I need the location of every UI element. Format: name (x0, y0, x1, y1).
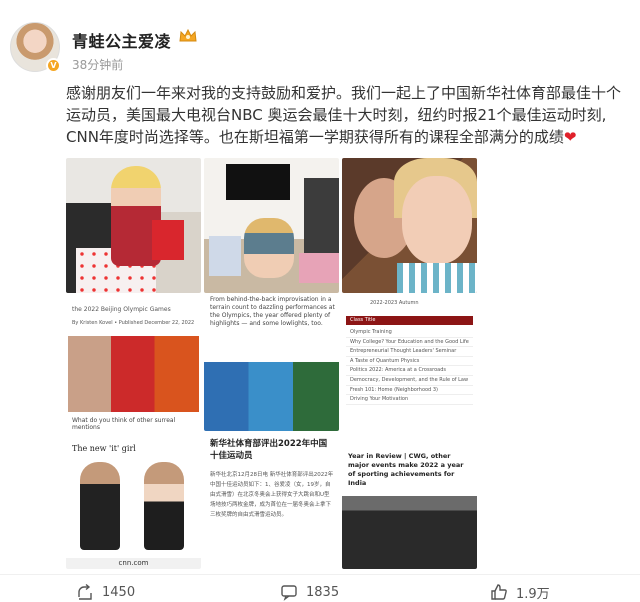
username[interactable]: 青蛙公主爱凌 (72, 28, 171, 52)
like-icon (491, 584, 507, 600)
image-gift-photo[interactable] (66, 158, 201, 293)
person-figure (244, 218, 294, 278)
class-item: Democracy, Development, and the Rule of … (346, 376, 473, 386)
tv (226, 164, 290, 200)
image-grid: the 2022 Beijing Olympic Games By Kriste… (66, 158, 478, 569)
face (402, 176, 472, 264)
post-text: 感谢朋友们一年来对我的支持鼓励和爱护。我们一起上了中国新华社体育部最佳十个运动员… (66, 82, 622, 148)
sports-photos (204, 362, 339, 431)
model-figure (80, 462, 120, 550)
comment-icon (281, 585, 297, 601)
article-heading: From behind-the-back improvisation in a … (210, 296, 335, 327)
comment-button[interactable]: 1835 (280, 583, 339, 601)
article-subtitle: the 2022 Beijing Olympic Games (72, 306, 171, 313)
verified-badge-icon: V (46, 58, 61, 73)
article-byline: By Kristen Kovel • Published December 22… (72, 320, 195, 326)
term-title: 2022-2023 Autumn (370, 300, 419, 306)
article-body: 新华社北京12月28日电 新华社体育部评出2022年中国十佳运动员如下：1、谷爱… (210, 472, 334, 518)
article-headline: 新华社体育部评出2022年中国十佳运动员 (210, 439, 328, 461)
class-list: Olympic Training Why College? Your Educa… (346, 328, 473, 405)
model-figure (144, 462, 184, 550)
class-item: Olympic Training (346, 328, 473, 338)
class-item: Driving Your Motivation (346, 395, 473, 405)
post-header: V 青蛙公主爱凌 38分钟前 (10, 22, 630, 76)
shirt (397, 263, 477, 293)
class-item: Entrepreneurial Thought Leaders' Seminar (346, 347, 473, 357)
image-year-in-review[interactable]: Year in Review | CWG, other major events… (342, 434, 477, 569)
gift-box (152, 220, 184, 260)
share-count: 1450 (102, 584, 136, 600)
action-bar: 1450 1835 1.9万 (0, 574, 640, 602)
post-body: 感谢朋友们一年来对我的支持鼓励和爱护。我们一起上了中国新华社体育部最佳十个运动员… (66, 84, 622, 146)
image-selfie[interactable] (342, 158, 477, 293)
class-item: A Taste of Quantum Physics (346, 357, 473, 367)
image-cnn-style[interactable]: The new 'it' girl cnn.com (66, 434, 201, 569)
heart-icon: ❤ (563, 128, 577, 146)
share-icon (78, 583, 92, 600)
like-count: 1.9万 (516, 586, 550, 602)
class-header: Class Title (346, 316, 473, 325)
article-heading: The new 'it' girl (72, 444, 136, 453)
class-item: Why College? Your Education and the Good… (346, 338, 473, 348)
class-item: Politics 2022: America at a Crossroads (346, 366, 473, 376)
article-headline: Year in Review | CWG, other major events… (348, 452, 464, 487)
class-item: Fresh 101: Home (Neighborhood 3) (346, 386, 473, 396)
shelf (304, 178, 339, 258)
photo-strip (68, 336, 199, 412)
url-bar: cnn.com (66, 558, 201, 569)
image-article-olympics[interactable]: the 2022 Beijing Olympic Games By Kriste… (66, 296, 201, 431)
gift-box (209, 236, 241, 276)
image-article-highlights[interactable]: From behind-the-back improvisation in a … (204, 296, 339, 431)
image-class-list[interactable]: 2022-2023 Autumn Class Title Olympic Tra… (342, 296, 477, 431)
share-button[interactable]: 1450 (76, 583, 135, 601)
comment-count: 1835 (306, 584, 340, 600)
group-photo (342, 496, 477, 569)
gift-box (299, 253, 339, 283)
crown-icon (179, 28, 197, 42)
post-time: 38分钟前 (72, 58, 124, 72)
image-living-room[interactable] (204, 158, 339, 293)
image-xinhua-article[interactable]: 新华社体育部评出2022年中国十佳运动员 新华社北京12月28日电 新华社体育部… (204, 434, 339, 569)
article-caption: What do you think of other surreal menti… (72, 417, 176, 431)
like-button[interactable]: 1.9万 (490, 583, 550, 602)
